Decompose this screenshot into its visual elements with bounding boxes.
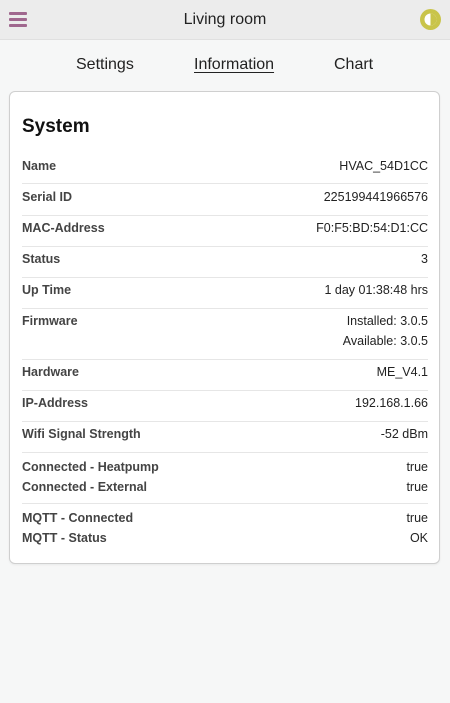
conn-heatpump-label: Connected - Heatpump — [22, 460, 159, 474]
uptime-label: Up Time — [22, 283, 72, 297]
serial-label: Serial ID — [22, 190, 73, 204]
name-value: HVAC_54D1CC — [339, 159, 428, 173]
status-label: Status — [22, 252, 61, 266]
uptime-value: 1 day 01:38:48 hrs — [324, 283, 428, 297]
tab-chart[interactable]: Chart — [334, 52, 373, 78]
conn-heatpump-value: true — [406, 460, 428, 474]
tab-settings[interactable]: Settings — [76, 52, 134, 78]
tab-information[interactable]: Information — [194, 52, 274, 78]
contrast-icon[interactable] — [420, 9, 441, 30]
mqtt-connected-label: MQTT - Connected — [22, 511, 134, 525]
status-value: 3 — [421, 252, 428, 266]
hardware-label: Hardware — [22, 365, 79, 379]
conn-external-label: Connected - External — [22, 480, 148, 494]
tab-bar: Settings Information Chart — [0, 52, 450, 80]
mqtt-status-value: OK — [409, 531, 428, 545]
firmware-available-value: Available: 3.0.5 — [342, 334, 428, 348]
info-row-name: Name HVAC_54D1CC — [22, 154, 428, 184]
mac-label: MAC-Address — [22, 221, 105, 235]
info-row-status: Status 3 — [22, 247, 428, 278]
page-title: Living room — [183, 11, 267, 28]
system-info-card: System Name HVAC_54D1CC Serial ID 225199… — [9, 91, 440, 564]
firmware-installed-value: Installed: 3.0.5 — [346, 314, 428, 328]
system-title: System — [22, 116, 90, 137]
wifi-value: -52 dBm — [380, 427, 428, 441]
wifi-label: Wifi Signal Strength — [22, 427, 141, 441]
top-bar: Living room — [0, 0, 450, 40]
info-row-serial: Serial ID 225199441966576 — [22, 185, 428, 216]
hardware-value: ME_V4.1 — [376, 365, 428, 379]
ip-label: IP-Address — [22, 396, 88, 410]
info-row-mqtt: MQTT - Connected true MQTT - Status OK — [22, 504, 428, 554]
mqtt-connected-value: true — [406, 511, 428, 525]
name-label: Name — [22, 159, 57, 173]
info-row-uptime: Up Time 1 day 01:38:48 hrs — [22, 278, 428, 309]
info-row-mac: MAC-Address F0:F5:BD:54:D1:CC — [22, 216, 428, 247]
ip-value: 192.168.1.66 — [355, 396, 428, 410]
serial-value: 225199441966576 — [323, 190, 428, 204]
info-row-wifi: Wifi Signal Strength -52 dBm — [22, 422, 428, 453]
info-row-connections: Connected - Heatpump true Connected - Ex… — [22, 453, 428, 504]
info-row-ip: IP-Address 192.168.1.66 — [22, 391, 428, 422]
firmware-label: Firmware — [22, 314, 78, 328]
mqtt-status-label: MQTT - Status — [22, 531, 107, 545]
mac-value: F0:F5:BD:54:D1:CC — [316, 221, 428, 235]
info-row-firmware: Firmware Installed: 3.0.5 Available: 3.0… — [22, 309, 428, 360]
conn-external-value: true — [406, 480, 428, 494]
info-row-hardware: Hardware ME_V4.1 — [22, 360, 428, 391]
